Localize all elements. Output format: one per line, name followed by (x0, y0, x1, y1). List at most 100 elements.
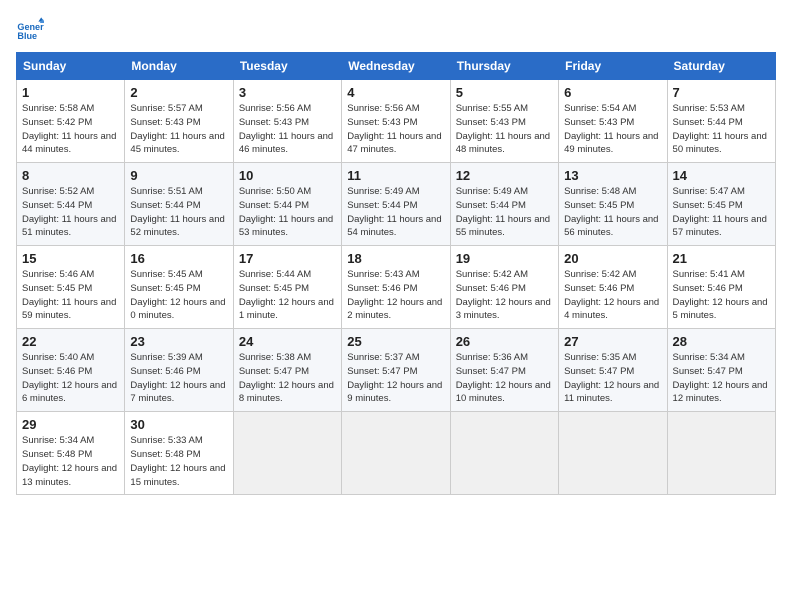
calendar-cell: 18 Sunrise: 5:43 AMSunset: 5:46 PMDaylig… (342, 246, 450, 329)
weekday-header-wednesday: Wednesday (342, 53, 450, 80)
calendar-cell (559, 412, 667, 495)
day-number: 26 (456, 334, 553, 349)
day-detail: Sunrise: 5:33 AMSunset: 5:48 PMDaylight:… (130, 435, 225, 487)
weekday-header-saturday: Saturday (667, 53, 775, 80)
day-detail: Sunrise: 5:36 AMSunset: 5:47 PMDaylight:… (456, 352, 551, 404)
day-detail: Sunrise: 5:45 AMSunset: 5:45 PMDaylight:… (130, 269, 225, 321)
calendar-cell (450, 412, 558, 495)
day-number: 10 (239, 168, 336, 183)
calendar-cell: 15 Sunrise: 5:46 AMSunset: 5:45 PMDaylig… (17, 246, 125, 329)
day-detail: Sunrise: 5:43 AMSunset: 5:46 PMDaylight:… (347, 269, 442, 321)
day-number: 25 (347, 334, 444, 349)
day-number: 13 (564, 168, 661, 183)
weekday-header-row: SundayMondayTuesdayWednesdayThursdayFrid… (17, 53, 776, 80)
day-number: 8 (22, 168, 119, 183)
calendar-cell: 4 Sunrise: 5:56 AMSunset: 5:43 PMDayligh… (342, 80, 450, 163)
calendar-cell: 26 Sunrise: 5:36 AMSunset: 5:47 PMDaylig… (450, 329, 558, 412)
day-number: 11 (347, 168, 444, 183)
weekday-header-monday: Monday (125, 53, 233, 80)
day-number: 30 (130, 417, 227, 432)
day-detail: Sunrise: 5:46 AMSunset: 5:45 PMDaylight:… (22, 269, 116, 321)
day-number: 21 (673, 251, 770, 266)
day-number: 24 (239, 334, 336, 349)
day-detail: Sunrise: 5:34 AMSunset: 5:48 PMDaylight:… (22, 435, 117, 487)
calendar-week-2: 8 Sunrise: 5:52 AMSunset: 5:44 PMDayligh… (17, 163, 776, 246)
day-detail: Sunrise: 5:47 AMSunset: 5:45 PMDaylight:… (673, 186, 767, 238)
day-detail: Sunrise: 5:44 AMSunset: 5:45 PMDaylight:… (239, 269, 334, 321)
day-detail: Sunrise: 5:48 AMSunset: 5:45 PMDaylight:… (564, 186, 658, 238)
day-detail: Sunrise: 5:55 AMSunset: 5:43 PMDaylight:… (456, 103, 550, 155)
day-detail: Sunrise: 5:56 AMSunset: 5:43 PMDaylight:… (347, 103, 441, 155)
calendar-week-4: 22 Sunrise: 5:40 AMSunset: 5:46 PMDaylig… (17, 329, 776, 412)
day-detail: Sunrise: 5:34 AMSunset: 5:47 PMDaylight:… (673, 352, 768, 404)
calendar-cell: 16 Sunrise: 5:45 AMSunset: 5:45 PMDaylig… (125, 246, 233, 329)
calendar-cell: 2 Sunrise: 5:57 AMSunset: 5:43 PMDayligh… (125, 80, 233, 163)
logo-icon: General Blue (16, 16, 44, 44)
weekday-header-tuesday: Tuesday (233, 53, 341, 80)
day-detail: Sunrise: 5:49 AMSunset: 5:44 PMDaylight:… (456, 186, 550, 238)
calendar-cell: 30 Sunrise: 5:33 AMSunset: 5:48 PMDaylig… (125, 412, 233, 495)
svg-text:Blue: Blue (17, 31, 37, 41)
calendar-cell: 24 Sunrise: 5:38 AMSunset: 5:47 PMDaylig… (233, 329, 341, 412)
day-detail: Sunrise: 5:40 AMSunset: 5:46 PMDaylight:… (22, 352, 117, 404)
calendar-week-3: 15 Sunrise: 5:46 AMSunset: 5:45 PMDaylig… (17, 246, 776, 329)
calendar-cell: 5 Sunrise: 5:55 AMSunset: 5:43 PMDayligh… (450, 80, 558, 163)
day-number: 6 (564, 85, 661, 100)
calendar-week-1: 1 Sunrise: 5:58 AMSunset: 5:42 PMDayligh… (17, 80, 776, 163)
day-number: 19 (456, 251, 553, 266)
day-number: 20 (564, 251, 661, 266)
calendar-week-5: 29 Sunrise: 5:34 AMSunset: 5:48 PMDaylig… (17, 412, 776, 495)
day-number: 16 (130, 251, 227, 266)
calendar-cell: 22 Sunrise: 5:40 AMSunset: 5:46 PMDaylig… (17, 329, 125, 412)
calendar-table: SundayMondayTuesdayWednesdayThursdayFrid… (16, 52, 776, 495)
day-detail: Sunrise: 5:50 AMSunset: 5:44 PMDaylight:… (239, 186, 333, 238)
day-detail: Sunrise: 5:35 AMSunset: 5:47 PMDaylight:… (564, 352, 659, 404)
day-number: 15 (22, 251, 119, 266)
day-detail: Sunrise: 5:52 AMSunset: 5:44 PMDaylight:… (22, 186, 116, 238)
day-detail: Sunrise: 5:39 AMSunset: 5:46 PMDaylight:… (130, 352, 225, 404)
calendar-cell: 10 Sunrise: 5:50 AMSunset: 5:44 PMDaylig… (233, 163, 341, 246)
calendar-cell: 29 Sunrise: 5:34 AMSunset: 5:48 PMDaylig… (17, 412, 125, 495)
day-detail: Sunrise: 5:54 AMSunset: 5:43 PMDaylight:… (564, 103, 658, 155)
day-number: 23 (130, 334, 227, 349)
day-number: 12 (456, 168, 553, 183)
day-number: 3 (239, 85, 336, 100)
calendar-cell: 7 Sunrise: 5:53 AMSunset: 5:44 PMDayligh… (667, 80, 775, 163)
day-number: 4 (347, 85, 444, 100)
day-number: 17 (239, 251, 336, 266)
page-header: General Blue (16, 16, 776, 44)
day-number: 18 (347, 251, 444, 266)
calendar-cell: 14 Sunrise: 5:47 AMSunset: 5:45 PMDaylig… (667, 163, 775, 246)
day-detail: Sunrise: 5:53 AMSunset: 5:44 PMDaylight:… (673, 103, 767, 155)
day-detail: Sunrise: 5:37 AMSunset: 5:47 PMDaylight:… (347, 352, 442, 404)
day-detail: Sunrise: 5:42 AMSunset: 5:46 PMDaylight:… (564, 269, 659, 321)
logo: General Blue (16, 16, 44, 44)
day-detail: Sunrise: 5:58 AMSunset: 5:42 PMDaylight:… (22, 103, 116, 155)
calendar-cell: 28 Sunrise: 5:34 AMSunset: 5:47 PMDaylig… (667, 329, 775, 412)
calendar-cell: 19 Sunrise: 5:42 AMSunset: 5:46 PMDaylig… (450, 246, 558, 329)
calendar-cell (233, 412, 341, 495)
calendar-cell (342, 412, 450, 495)
calendar-body: 1 Sunrise: 5:58 AMSunset: 5:42 PMDayligh… (17, 80, 776, 495)
day-number: 9 (130, 168, 227, 183)
day-number: 27 (564, 334, 661, 349)
day-detail: Sunrise: 5:42 AMSunset: 5:46 PMDaylight:… (456, 269, 551, 321)
weekday-header-sunday: Sunday (17, 53, 125, 80)
calendar-cell: 1 Sunrise: 5:58 AMSunset: 5:42 PMDayligh… (17, 80, 125, 163)
calendar-cell: 23 Sunrise: 5:39 AMSunset: 5:46 PMDaylig… (125, 329, 233, 412)
day-number: 14 (673, 168, 770, 183)
weekday-header-thursday: Thursday (450, 53, 558, 80)
calendar-cell: 3 Sunrise: 5:56 AMSunset: 5:43 PMDayligh… (233, 80, 341, 163)
calendar-cell: 9 Sunrise: 5:51 AMSunset: 5:44 PMDayligh… (125, 163, 233, 246)
day-detail: Sunrise: 5:49 AMSunset: 5:44 PMDaylight:… (347, 186, 441, 238)
day-number: 28 (673, 334, 770, 349)
calendar-cell: 13 Sunrise: 5:48 AMSunset: 5:45 PMDaylig… (559, 163, 667, 246)
day-detail: Sunrise: 5:41 AMSunset: 5:46 PMDaylight:… (673, 269, 768, 321)
calendar-cell: 21 Sunrise: 5:41 AMSunset: 5:46 PMDaylig… (667, 246, 775, 329)
day-detail: Sunrise: 5:51 AMSunset: 5:44 PMDaylight:… (130, 186, 224, 238)
day-number: 7 (673, 85, 770, 100)
calendar-cell: 12 Sunrise: 5:49 AMSunset: 5:44 PMDaylig… (450, 163, 558, 246)
calendar-cell (667, 412, 775, 495)
day-detail: Sunrise: 5:56 AMSunset: 5:43 PMDaylight:… (239, 103, 333, 155)
weekday-header-friday: Friday (559, 53, 667, 80)
